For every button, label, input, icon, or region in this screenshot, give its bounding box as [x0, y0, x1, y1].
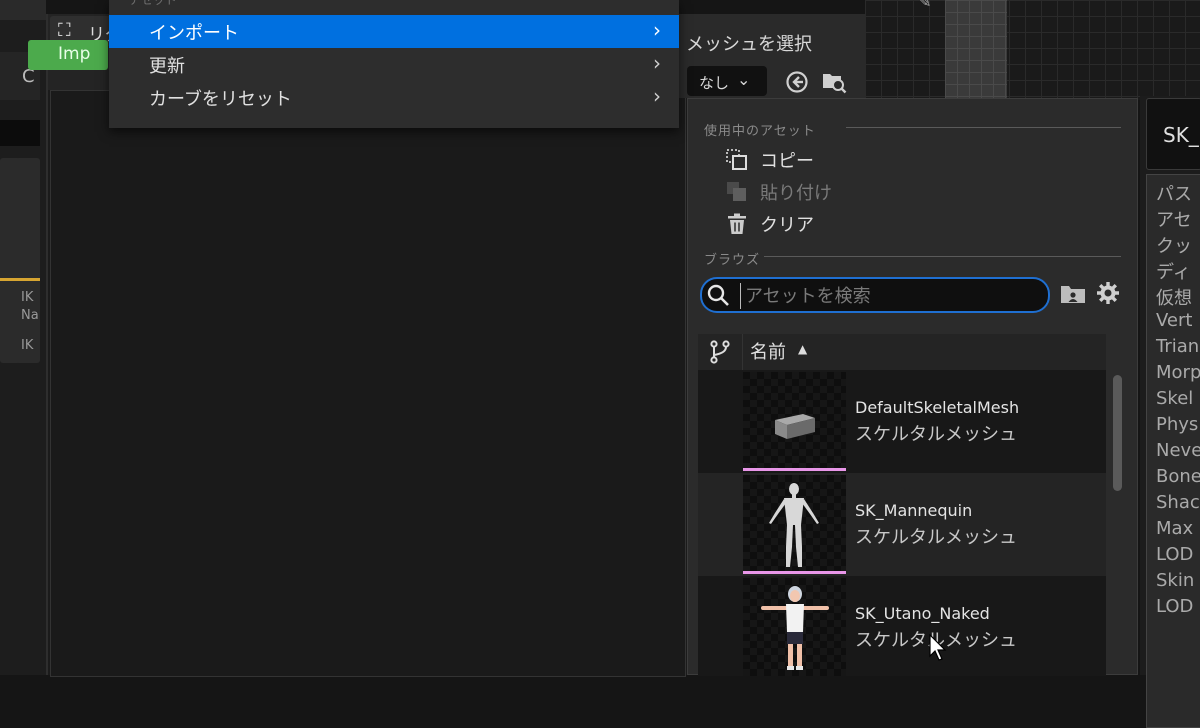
details-row: LOD: [1156, 544, 1194, 565]
menu-item-label: カーブをリセット: [149, 89, 292, 110]
mesh-select-value: なし: [699, 74, 730, 92]
thumbnail-underline: [743, 468, 846, 471]
sort-ascending-icon[interactable]: ▲: [798, 342, 807, 356]
left-editor-strip: C IK Na IK: [0, 0, 46, 675]
section-divider: [846, 127, 1121, 128]
search-icon: [707, 284, 729, 306]
clear-action[interactable]: クリア: [726, 209, 926, 239]
section-divider: [764, 256, 1121, 257]
details-panel: SK_ パス アセ クッ ディ 仮想 Vert Trian Morp Skel …: [1140, 96, 1200, 728]
left-dark-header: [0, 120, 40, 146]
branch-icon: [710, 340, 730, 364]
asset-name-field[interactable]: SK_: [1146, 98, 1200, 170]
node-card[interactable]: IK Na IK: [16, 158, 40, 363]
details-row: アセ: [1156, 210, 1192, 231]
browse-header: ブラウズ: [704, 253, 761, 268]
details-row: Shac: [1156, 492, 1200, 513]
viewport-grid: [865, 0, 1200, 100]
left-title-bar: [0, 0, 46, 20]
node-card-text: Na: [21, 308, 39, 323]
asset-row[interactable]: SK_Utano_Naked スケルタルメッシュ: [698, 576, 1106, 676]
details-row: Neve: [1156, 440, 1200, 461]
asset-picker: 使用中のアセット コピー 貼り付け クリア ブラウズ アセットを検索 名前 ▲ …: [687, 98, 1138, 676]
menu-item-label: 更新: [149, 56, 185, 77]
search-input[interactable]: [740, 283, 1037, 309]
branch-column[interactable]: [698, 334, 743, 370]
asset-row[interactable]: SK_Mannequin スケルタルメッシュ: [698, 473, 1106, 576]
details-row: Bone: [1156, 466, 1200, 487]
trash-icon: [728, 213, 746, 234]
chevron-right-icon: ›: [653, 18, 661, 42]
import-button[interactable]: Imp: [28, 40, 108, 70]
paste-label: 貼り付け: [760, 183, 832, 204]
gear-icon[interactable]: [1096, 281, 1120, 305]
details-row: Vert: [1156, 310, 1193, 331]
import-button-label: Imp: [58, 44, 91, 64]
chevron-right-icon: ›: [653, 84, 661, 108]
details-row: ディ: [1156, 262, 1191, 283]
details-row: Phys: [1156, 414, 1199, 435]
details-row: Skin: [1156, 570, 1195, 591]
current-asset-header: 使用中のアセット: [704, 124, 816, 139]
details-row: 仮想: [1156, 288, 1192, 309]
browse-asset-icon[interactable]: [821, 68, 847, 94]
asset-type: スケルタルメッシュ: [855, 527, 1017, 548]
node-card-stripe: [16, 278, 40, 281]
chevron-right-icon: ›: [653, 51, 661, 75]
asset-search-box[interactable]: [700, 277, 1050, 313]
retarget-icon: ⛶: [58, 20, 71, 41]
asset-thumbnail: [743, 475, 846, 574]
viewport-light-strip: [945, 0, 1007, 100]
menu-item-update[interactable]: 更新 ›: [109, 48, 679, 81]
list-scrollbar[interactable]: [1113, 375, 1122, 491]
name-column-header[interactable]: 名前: [750, 338, 786, 364]
paste-icon: [727, 182, 746, 201]
mesh-select-header: メッシュを選択 なし ⌄: [679, 14, 865, 98]
menu-item-import[interactable]: インポート ›: [109, 15, 679, 48]
mouse-cursor-icon: [929, 634, 947, 661]
details-row: LOD: [1156, 596, 1194, 617]
panel-body: [50, 90, 686, 677]
asset-name: SK_Utano_Naked: [855, 604, 990, 623]
thumbnail-underline: [743, 571, 846, 574]
asset-row[interactable]: DefaultSkeletalMesh スケルタルメッシュ: [698, 370, 1106, 473]
pencil-icon[interactable]: ✎: [918, 0, 931, 11]
menu-item-label: インポート: [149, 23, 239, 44]
copy-icon: [726, 149, 747, 170]
character-icon: [761, 586, 829, 670]
details-row: クッ: [1156, 236, 1192, 257]
menu-item-reset-curves[interactable]: カーブをリセット ›: [109, 81, 679, 114]
details-row: パス: [1156, 184, 1192, 205]
details-row: Morp: [1156, 362, 1200, 383]
node-card-text: IK: [21, 290, 34, 305]
cube-icon: [775, 414, 815, 439]
asset-list-header: 名前 ▲: [698, 334, 1106, 370]
menu-section-label: アセット: [129, 0, 177, 7]
asset-name: SK_Mannequin: [855, 501, 973, 520]
details-row: Max: [1156, 518, 1194, 539]
copy-label: コピー: [760, 151, 814, 172]
mannequin-icon: [769, 483, 819, 567]
asset-thumbnail: [743, 372, 846, 471]
copy-action[interactable]: コピー: [726, 145, 926, 175]
mesh-select-title: メッシュを選択: [686, 34, 812, 55]
clear-label: クリア: [760, 215, 814, 236]
mesh-select-dropdown[interactable]: なし ⌄: [687, 66, 767, 96]
node-card-text: IK: [21, 338, 34, 353]
use-selected-icon[interactable]: [785, 70, 809, 94]
details-row: Skel: [1156, 388, 1194, 409]
folder-icon[interactable]: [1060, 283, 1086, 305]
asset-list: DefaultSkeletalMesh スケルタルメッシュ SK_Mannequ…: [698, 370, 1106, 676]
paste-action[interactable]: 貼り付け: [726, 177, 926, 207]
asset-name-text: SK_: [1163, 123, 1199, 147]
asset-thumbnail: [743, 578, 846, 676]
context-menu: アセット インポート › 更新 › カーブをリセット ›: [109, 0, 679, 128]
asset-type: スケルタルメッシュ: [855, 424, 1017, 445]
chevron-down-icon: ⌄: [737, 70, 751, 89]
details-row: Trian: [1156, 336, 1200, 357]
asset-name: DefaultSkeletalMesh: [855, 398, 1020, 417]
